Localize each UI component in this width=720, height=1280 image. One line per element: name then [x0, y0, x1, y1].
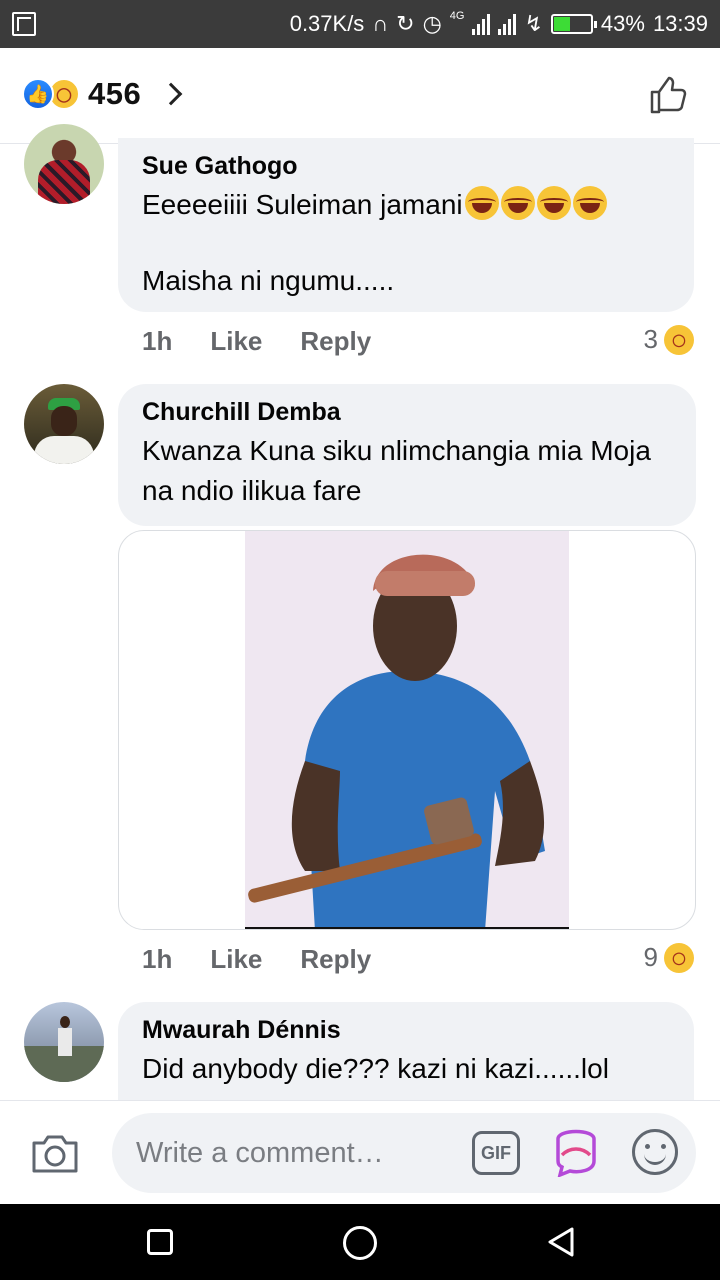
home-icon[interactable]	[343, 1226, 377, 1260]
network-type: 4G	[449, 10, 465, 22]
system-nav-bar	[0, 1204, 720, 1280]
avatar[interactable]	[24, 1002, 104, 1082]
signal-icon-2	[498, 13, 517, 35]
comment-author[interactable]: Churchill Demba	[142, 398, 672, 427]
comment-text: Eeeeeiiii Suleiman jamani	[142, 185, 670, 225]
comment-bubble[interactable]: Mwaurah Dénnis Did anybody die??? kazi n…	[118, 1002, 694, 1100]
reactions-header: 👍 ◯ 456	[0, 48, 720, 144]
gif-button[interactable]: GIF	[472, 1131, 520, 1175]
status-icons: 0.37K/s ∩ ↻ ◷ 4G ↯ 43% 13:39	[290, 10, 708, 38]
laughing-emoji-icon	[464, 186, 499, 220]
comment-time: 1h	[142, 326, 173, 356]
avatar-sticker-icon[interactable]	[552, 1125, 600, 1177]
like-reaction-icon: 👍	[22, 78, 54, 110]
laughing-emoji-icon	[572, 186, 607, 220]
comment-reaction-count: 3	[643, 324, 658, 354]
comment-reaction-count: 9	[643, 942, 658, 972]
sync-icon: ↻	[396, 11, 415, 36]
reply-button[interactable]: Reply	[300, 944, 371, 975]
haha-reaction-icon: ◯	[664, 324, 694, 355]
battery-fill	[553, 17, 571, 31]
screen-cast-icon	[12, 12, 36, 36]
reaction-count: 456	[88, 76, 142, 111]
reply-button[interactable]: Reply	[300, 326, 371, 357]
laughing-emoji-icon	[500, 186, 535, 220]
comment-reactions[interactable]: 3 ◯	[644, 324, 694, 355]
comment-composer: GIF	[0, 1100, 720, 1204]
comment-time: 1h	[142, 944, 173, 974]
thumbs-up-icon[interactable]	[648, 74, 690, 116]
chevron-right-icon[interactable]	[159, 82, 183, 106]
clock: 13:39	[652, 11, 708, 36]
back-icon[interactable]	[546, 1226, 576, 1258]
camera-icon[interactable]	[30, 1131, 80, 1175]
comment-author[interactable]: Sue Gathogo	[142, 152, 670, 181]
comment-text-line1: Eeeeeiiii Suleiman jamani	[142, 189, 463, 220]
comment-reactions[interactable]: 9 ◯	[644, 942, 694, 973]
comment-text: Did anybody die??? kazi ni kazi......lol	[142, 1053, 609, 1084]
comment-actions: 1h Like Reply	[142, 944, 371, 975]
recents-icon[interactable]	[147, 1229, 173, 1255]
comment-actions: 1h Like Reply	[142, 326, 371, 357]
comment-image[interactable]	[118, 530, 696, 930]
comment-text-line2: Maisha ni ngumu.....	[142, 265, 395, 296]
comment-bubble[interactable]: Sue Gathogo Eeeeeiiii Suleiman jamani Ma…	[118, 138, 694, 312]
photo-illustration	[245, 531, 569, 929]
comment-author[interactable]: Mwaurah Dénnis	[142, 1016, 670, 1045]
battery-icon	[550, 14, 597, 34]
emoji-icon[interactable]	[632, 1129, 678, 1175]
avatar[interactable]	[24, 124, 104, 204]
comment-input[interactable]	[112, 1113, 696, 1193]
haha-reaction-icon: ◯	[664, 942, 694, 973]
headphones-icon: ∩	[372, 11, 389, 36]
avatar[interactable]	[24, 384, 104, 464]
charging-icon: ↯	[524, 11, 543, 36]
comment-text: Kwanza Kuna siku nlimchangia mia Moja na…	[142, 435, 651, 506]
alarm-icon: ◷	[422, 11, 442, 36]
laughing-emoji-icon	[536, 186, 571, 220]
reactions-summary[interactable]: 👍 ◯ 456	[22, 76, 183, 112]
battery-percent: 43%	[600, 11, 645, 36]
like-button[interactable]: Like	[210, 326, 262, 357]
signal-icon	[472, 13, 491, 35]
photo-woman-with-hammer[interactable]	[245, 531, 569, 929]
like-button[interactable]: Like	[210, 944, 262, 975]
comment-bubble[interactable]: Churchill Demba Kwanza Kuna siku nlimcha…	[118, 384, 696, 526]
net-speed: 0.37K/s	[289, 11, 365, 36]
status-bar: 0.37K/s ∩ ↻ ◷ 4G ↯ 43% 13:39	[0, 0, 720, 48]
